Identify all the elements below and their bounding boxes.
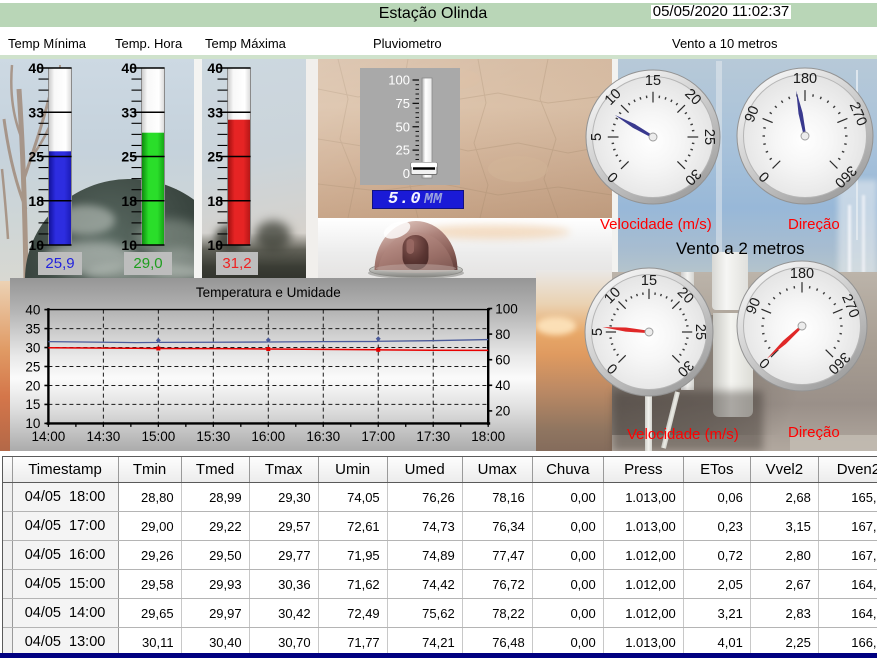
- svg-text:16:00: 16:00: [251, 429, 285, 444]
- svg-text:14:00: 14:00: [32, 429, 66, 444]
- svg-text:33: 33: [207, 104, 223, 120]
- svg-text:25: 25: [396, 143, 410, 158]
- svg-text:10: 10: [121, 237, 137, 253]
- svg-text:25: 25: [121, 149, 137, 165]
- svg-text:18: 18: [121, 193, 137, 209]
- svg-text:18: 18: [207, 193, 223, 209]
- svg-text:30: 30: [25, 340, 40, 355]
- svg-text:17:30: 17:30: [416, 429, 450, 444]
- svg-text:14:30: 14:30: [86, 429, 120, 444]
- svg-text:17:00: 17:00: [361, 429, 395, 444]
- svg-text:0: 0: [403, 166, 410, 181]
- svg-text:15:30: 15:30: [196, 429, 230, 444]
- svg-text:Temperatura e Umidade: Temperatura e Umidade: [196, 285, 341, 300]
- svg-text:40: 40: [28, 60, 44, 76]
- svg-text:15: 15: [645, 73, 661, 89]
- svg-text:10: 10: [28, 237, 44, 253]
- svg-text:75: 75: [396, 96, 410, 111]
- svg-text:80: 80: [495, 327, 510, 342]
- svg-text:35: 35: [25, 321, 40, 336]
- svg-text:180: 180: [793, 71, 817, 87]
- svg-text:15: 15: [641, 273, 657, 289]
- svg-text:40: 40: [25, 302, 40, 317]
- svg-text:15: 15: [25, 397, 40, 412]
- svg-text:60: 60: [495, 353, 510, 368]
- svg-text:15:00: 15:00: [141, 429, 175, 444]
- svg-text:40: 40: [495, 378, 510, 393]
- svg-text:25: 25: [692, 324, 708, 340]
- svg-text:50: 50: [396, 119, 410, 134]
- svg-text:33: 33: [121, 104, 137, 120]
- svg-text:18:00: 18:00: [471, 429, 505, 444]
- svg-text:33: 33: [28, 104, 44, 120]
- svg-text:40: 40: [121, 60, 137, 76]
- svg-text:16:30: 16:30: [306, 429, 340, 444]
- svg-text:25: 25: [701, 129, 717, 145]
- svg-text:25: 25: [28, 149, 44, 165]
- svg-text:40: 40: [207, 60, 223, 76]
- svg-text:20: 20: [25, 378, 40, 393]
- svg-text:25: 25: [207, 149, 223, 165]
- svg-text:5: 5: [589, 133, 605, 141]
- svg-text:5: 5: [590, 328, 606, 336]
- svg-text:20: 20: [495, 404, 510, 419]
- svg-text:180: 180: [790, 266, 814, 282]
- svg-text:100: 100: [388, 73, 410, 88]
- svg-text:10: 10: [207, 237, 223, 253]
- svg-text:100: 100: [495, 301, 518, 316]
- svg-text:18: 18: [28, 193, 44, 209]
- svg-text:25: 25: [25, 359, 40, 374]
